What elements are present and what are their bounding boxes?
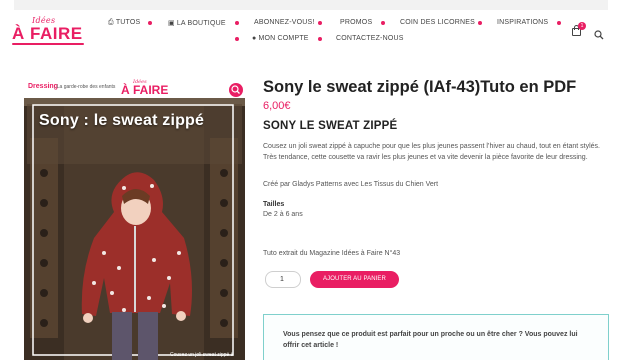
cover-header: Dressing , La garde-robe des enfants Idé…: [24, 78, 245, 98]
nav-label: MON COMPTE: [258, 35, 309, 42]
nav-item-boutique[interactable]: ▣ LA BOUTIQUE: [168, 19, 226, 27]
cart-count-badge: 1: [578, 22, 586, 30]
logo-underline: [12, 43, 84, 45]
nav-label: INSPIRATIONS: [497, 19, 549, 26]
product-image[interactable]: Dressing , La garde-robe des enfants Idé…: [24, 78, 245, 360]
nav-separator-dot: [557, 21, 561, 25]
nav-item-abonnez-vous[interactable]: ABONNEZ-VOUS!: [254, 19, 315, 26]
search-icon: [594, 30, 604, 40]
nav-label: CONTACTEZ-NOUS: [336, 35, 404, 42]
nav-label: PROMOS: [340, 19, 373, 26]
nav-label: TUTOS: [115, 19, 141, 26]
gift-notice-line1: Vous pensez que ce produit est parfait p…: [283, 331, 578, 338]
product-description: Cousez un joli sweat zippé à capuche pou…: [263, 143, 600, 161]
nav-separator-dot: [478, 21, 482, 25]
zoom-icon: [231, 85, 240, 94]
product-title: Sony le sweat zippé (IAf-43)Tuto en PDF: [263, 78, 577, 96]
user-icon: ●: [252, 35, 257, 42]
nav-item-tutos[interactable]: ⎙ TUTOS: [108, 19, 140, 27]
cover-magazine-subtitle: , La garde-robe des enfants: [54, 84, 116, 90]
nav-separator-dot: [235, 21, 239, 25]
nav-separator-dot: [381, 21, 385, 25]
nav-item-mon-compte[interactable]: ● MON COMPTE: [252, 35, 309, 42]
nav-label: COIN DES LICORNES: [400, 19, 475, 26]
product-price: 6,00€: [263, 100, 291, 112]
product-credit: Créé par Gladys Patterns avec Les Tissus…: [263, 181, 439, 188]
basket-icon: ▣: [168, 20, 175, 27]
add-to-cart-button[interactable]: AJOUTER AU PANIER: [310, 271, 399, 288]
top-strip: [14, 0, 608, 10]
gift-notice: Vous pensez que ce produit est parfait p…: [263, 314, 609, 360]
quantity-value: 1: [280, 276, 284, 283]
logo-line2: À FAIRE: [12, 24, 83, 43]
nav-label: LA BOUTIQUE: [176, 20, 226, 27]
product-subheading: SONY LE SWEAT ZIPPÉ: [263, 120, 398, 132]
nav-separator-dot: [318, 21, 322, 25]
cover-caption: Cousez un joli sweat zippé à: [170, 352, 234, 358]
sizes-heading: Tailles: [263, 201, 285, 208]
nav-item-coin-des-licornes[interactable]: COIN DES LICORNES: [400, 19, 475, 26]
site-logo[interactable]: Idées À FAIRE: [12, 16, 86, 45]
cover-logo-line2: À FAIRE: [121, 83, 169, 97]
search-button[interactable]: [594, 27, 604, 40]
nav-separator-dot: [318, 37, 322, 41]
sizes-value: De 2 à 6 ans: [263, 211, 303, 218]
quantity-input[interactable]: 1: [265, 271, 301, 288]
nav-item-inspirations[interactable]: INSPIRATIONS: [497, 19, 548, 26]
gift-notice-line2: offrir cet article !: [283, 342, 339, 349]
extract-note: Tuto extrait du Magazine Idées à Faire N…: [263, 250, 401, 257]
cover-title: Sony : le sweat zippé: [39, 112, 205, 129]
cart-button[interactable]: 1: [572, 22, 586, 37]
nav-item-contactez-nous[interactable]: CONTACTEZ-NOUS: [336, 35, 404, 42]
nav-label: ABONNEZ-VOUS!: [254, 19, 315, 26]
nav-separator-dot: [235, 37, 239, 41]
nav-item-promos[interactable]: PROMOS: [340, 19, 372, 26]
nav-separator-dot: [148, 21, 152, 25]
printer-icon: ⎙: [108, 19, 114, 26]
image-zoom-button[interactable]: [229, 83, 243, 97]
